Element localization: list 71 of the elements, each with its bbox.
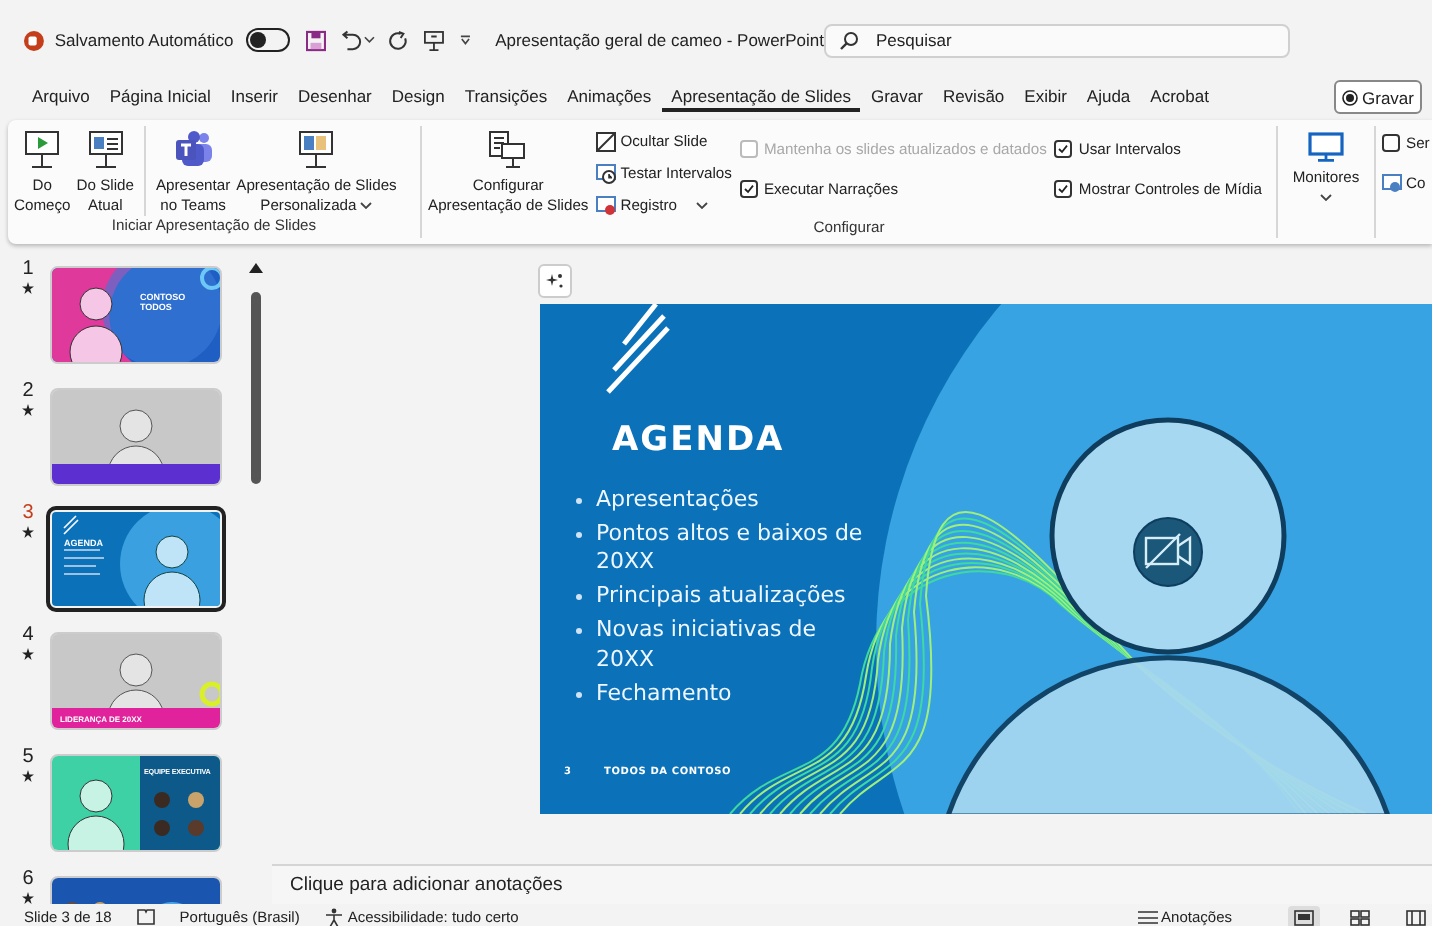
document-title: Apresentação geral de cameo - PowerPoint [495,30,825,50]
slide-number: 3 [22,502,34,524]
star-icon [22,404,34,416]
people-photos-drawing [154,792,204,836]
designer-button[interactable] [538,263,572,298]
people-icon [173,130,214,170]
ribbon-tab[interactable]: Revisão [932,82,1015,112]
star-icon [22,892,34,904]
ribbon-tab[interactable]: Ajuda [1076,82,1141,112]
star-icon [22,648,34,660]
record-icon [1342,89,1359,105]
slide-number: 6 [22,868,34,890]
accessibility-icon[interactable] [323,907,344,926]
slide-heading: AGENDA [612,419,785,460]
stripes-drawing [605,303,671,395]
ribbon-tab[interactable]: Página Inicial [99,82,221,112]
ribbon-tab[interactable]: Arquivo [22,82,100,112]
slide-thumbnail[interactable] [52,390,220,484]
caret-icon [364,36,376,44]
ribbon-tab[interactable]: Acrobat [1140,82,1219,112]
undo-icon[interactable] [341,29,362,51]
ribbon-tab[interactable]: Exibir [1014,82,1077,112]
customize-menu-icon[interactable] [460,34,472,46]
star-icon [22,526,34,538]
sparkle-icon [546,271,564,290]
ribbon-tab[interactable]: Animações [557,82,662,112]
search-icon [840,31,859,49]
checkmark-icon [1058,183,1069,193]
checkmark-icon [743,183,754,193]
powerpoint-logo-icon [24,29,44,51]
reading-view-icon[interactable] [1406,909,1426,925]
star-icon [22,282,34,294]
ribbon-tab[interactable]: Gravar [860,82,933,112]
ribbon-tab[interactable]: Design [381,82,455,112]
notes-icon [1137,910,1158,924]
ribbon-tab[interactable]: Inserir [220,82,289,112]
redo-icon[interactable] [388,29,409,51]
slide-number: 5 [22,746,34,768]
bullet-text: Novas iniciativas de 20XX [596,616,818,675]
slide-number: 4 [22,624,34,646]
save-icon[interactable] [305,29,326,51]
caret-icon [1320,194,1332,202]
autosave-label: Salvamento Automático [54,30,234,50]
presentation-slide-icon [85,130,126,170]
normal-view-icon[interactable] [1294,909,1314,925]
recording-icon [596,195,617,215]
slide-number: 1 [22,258,34,280]
star-icon [22,770,34,782]
video-off-icon [1133,516,1203,587]
search-field[interactable]: Pesquisar [824,23,1291,57]
bullet-text: Pontos altos e baixos de 20XX [596,519,865,578]
record-button[interactable]: Gravar [1334,80,1422,114]
autosave-toggle[interactable] [245,28,290,52]
hide-slide-icon [596,131,617,151]
grid-view-icon[interactable] [1350,909,1370,925]
ribbon-tab[interactable]: Apresentação de Slides [661,82,861,112]
timer-icon [596,163,617,183]
book-icon[interactable] [135,908,156,926]
presentation-icon[interactable] [424,29,445,51]
bullet-text: Principais atualizações [596,582,846,612]
checkmark-icon [1058,143,1069,153]
presentation-play-icon [22,130,63,170]
ribbon-tab[interactable]: Transições [454,82,558,112]
custom-slideshow-icon [296,130,337,170]
bullet-text: Fechamento [596,679,732,709]
setup-icon [488,130,529,170]
ribbon-tab[interactable]: Desenhar [288,82,382,112]
slide-number: 2 [22,380,34,402]
scroll-up-icon[interactable] [248,262,264,274]
bullet-text: Apresentações [596,485,759,515]
monitor-icon [1308,132,1344,162]
